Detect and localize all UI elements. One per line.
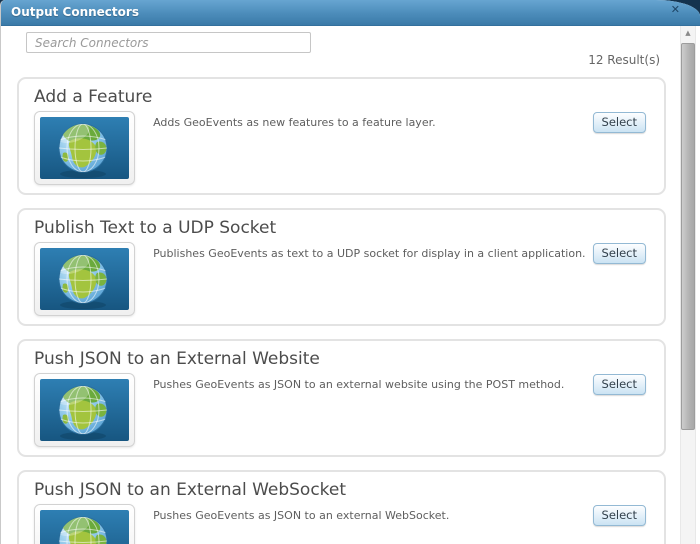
connector-card: Push JSON to an External WebSocket Pushe… xyxy=(17,470,666,544)
select-button[interactable]: Select xyxy=(592,243,646,264)
connector-card-body: Pushes GeoEvents as JSON to an external … xyxy=(34,504,648,544)
connector-card-body: Pushes GeoEvents as JSON to an external … xyxy=(34,373,648,447)
connector-title: Publish Text to a UDP Socket xyxy=(34,218,277,238)
select-button[interactable]: Select xyxy=(592,505,646,526)
connector-description: Adds GeoEvents as new features to a feat… xyxy=(153,116,436,129)
dialog-title: Output Connectors xyxy=(11,5,139,19)
dialog-titlebar: Output Connectors ✕ xyxy=(1,0,700,26)
globe-icon xyxy=(40,510,129,544)
connector-card-body: Adds GeoEvents as new features to a feat… xyxy=(34,111,648,185)
connector-title: Add a Feature xyxy=(34,87,153,107)
globe-icon xyxy=(40,117,129,179)
connector-thumbnail xyxy=(34,242,135,316)
connector-description: Publishes GeoEvents as text to a UDP soc… xyxy=(153,247,586,260)
connector-card: Add a Feature Adds GeoEvents as new feat… xyxy=(17,77,666,195)
globe-icon xyxy=(40,248,129,310)
connector-description: Pushes GeoEvents as JSON to an external … xyxy=(153,509,450,522)
connector-card: Push JSON to an External Website Pushes … xyxy=(17,339,666,457)
connector-title: Push JSON to an External Website xyxy=(34,349,320,369)
connector-thumbnail xyxy=(34,504,135,544)
scrollbar[interactable]: ▲ xyxy=(680,26,696,544)
scroll-up-arrow-icon[interactable]: ▲ xyxy=(681,26,695,40)
search-input[interactable] xyxy=(26,32,311,53)
select-button[interactable]: Select xyxy=(592,112,646,133)
connector-title: Push JSON to an External WebSocket xyxy=(34,480,347,500)
connector-thumbnail xyxy=(34,373,135,447)
connector-thumbnail xyxy=(34,111,135,185)
close-icon[interactable]: ✕ xyxy=(671,3,680,17)
connector-card: Publish Text to a UDP Socket Publishes G… xyxy=(17,208,666,326)
connector-card-body: Publishes GeoEvents as text to a UDP soc… xyxy=(34,242,648,316)
scrollbar-thumb[interactable] xyxy=(681,43,695,430)
globe-icon xyxy=(40,379,129,441)
select-button[interactable]: Select xyxy=(592,374,646,395)
output-connectors-dialog: Output Connectors ✕ 12 Result(s) Add a F… xyxy=(0,0,700,544)
results-count: 12 Result(s) xyxy=(588,53,660,67)
connector-description: Pushes GeoEvents as JSON to an external … xyxy=(153,378,565,391)
